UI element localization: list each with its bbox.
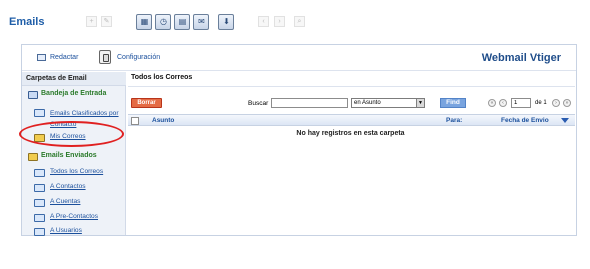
calculator-button[interactable]: ▤ <box>174 14 190 30</box>
brand-title: Webmail Vtiger <box>481 52 561 64</box>
subject-column[interactable]: Asunto <box>152 117 174 124</box>
calendar-button[interactable]: ▦ <box>136 14 152 30</box>
sidebar-item-leads[interactable]: A Pre-Contactos <box>50 213 98 220</box>
next-icon[interactable]: › <box>274 16 285 27</box>
folder-icon <box>34 109 45 117</box>
inbox-group[interactable]: Bandeja de Entrada <box>41 90 106 97</box>
sort-desc-icon[interactable] <box>561 118 569 123</box>
search-label: Buscar <box>248 100 269 107</box>
next-page-icon[interactable]: › <box>552 99 560 107</box>
chevron-down-icon: ▼ <box>416 99 424 107</box>
clock-button[interactable]: ◷ <box>155 14 171 30</box>
search-input[interactable] <box>271 98 348 108</box>
prev-page-icon[interactable]: ‹ <box>499 99 507 107</box>
page-input[interactable] <box>511 98 531 108</box>
import-icon: ⬇ <box>223 17 230 26</box>
prev-icon[interactable]: ‹ <box>258 16 269 27</box>
divider <box>128 86 575 87</box>
calculator-icon: ▤ <box>178 17 187 26</box>
app-title: Emails <box>9 16 45 28</box>
main-content: Todos los Correos Borrar Buscar en Asunt… <box>128 72 575 235</box>
sidebar-item-users[interactable]: A Usuarios <box>50 227 82 234</box>
search-field-select[interactable]: en Asunto ▼ <box>351 98 425 108</box>
sidebar-item-accounts[interactable]: A Cuentas <box>50 198 80 205</box>
sent-icon <box>28 153 38 161</box>
highlight-ellipse <box>19 121 124 147</box>
chat-button[interactable]: ✉ <box>193 14 209 30</box>
sidebar-header: Carpetas de Email <box>22 72 126 86</box>
compose-link[interactable]: Redactar <box>50 54 78 61</box>
empty-message: No hay registros en esta carpeta <box>296 130 405 137</box>
webmail-panel: Redactar Configuración Webmail Vtiger Ca… <box>19 44 577 236</box>
main-title: Todos los Correos <box>131 74 193 81</box>
sidebar-item-all[interactable]: Todos los Correos <box>50 168 103 175</box>
import-button[interactable]: ⬇ <box>218 14 234 30</box>
edit-icon[interactable]: ✎ <box>101 16 112 27</box>
folder-icon <box>34 228 45 236</box>
folder-icon <box>34 184 45 192</box>
last-page-icon[interactable]: » <box>563 99 571 107</box>
folder-icon <box>34 199 45 207</box>
sent-group[interactable]: Emails Enviados <box>41 152 97 159</box>
page-of: de 1 <box>535 100 547 106</box>
sidebar-item-contacts[interactable]: A Contactos <box>50 183 86 190</box>
sidebar: Carpetas de Email Bandeja de Entrada Ema… <box>19 72 126 236</box>
delete-button[interactable]: Borrar <box>131 98 162 108</box>
table-header: Asunto Para: Fecha de Envio <box>128 114 575 126</box>
top-row: Redactar Configuración Webmail Vtiger <box>22 45 576 71</box>
add-icon[interactable]: + <box>86 16 97 27</box>
find-button[interactable]: Find <box>440 98 466 108</box>
inbox-icon <box>28 91 38 99</box>
folder-icon <box>34 214 45 222</box>
compose-icon[interactable] <box>37 54 46 61</box>
config-icon[interactable] <box>99 50 111 64</box>
clock-icon: ◷ <box>160 17 167 26</box>
to-column[interactable]: Para: <box>446 117 462 124</box>
find-icon[interactable]: ⌕ <box>294 16 305 27</box>
search-field-value: en Asunto <box>354 100 381 106</box>
date-column[interactable]: Fecha de Envio <box>501 117 549 124</box>
first-page-icon[interactable]: « <box>488 99 496 107</box>
folder-icon <box>34 169 45 177</box>
chat-icon: ✉ <box>198 17 205 26</box>
config-link[interactable]: Configuración <box>117 54 160 61</box>
calendar-icon: ▦ <box>140 17 149 26</box>
select-all-checkbox[interactable] <box>131 117 139 125</box>
